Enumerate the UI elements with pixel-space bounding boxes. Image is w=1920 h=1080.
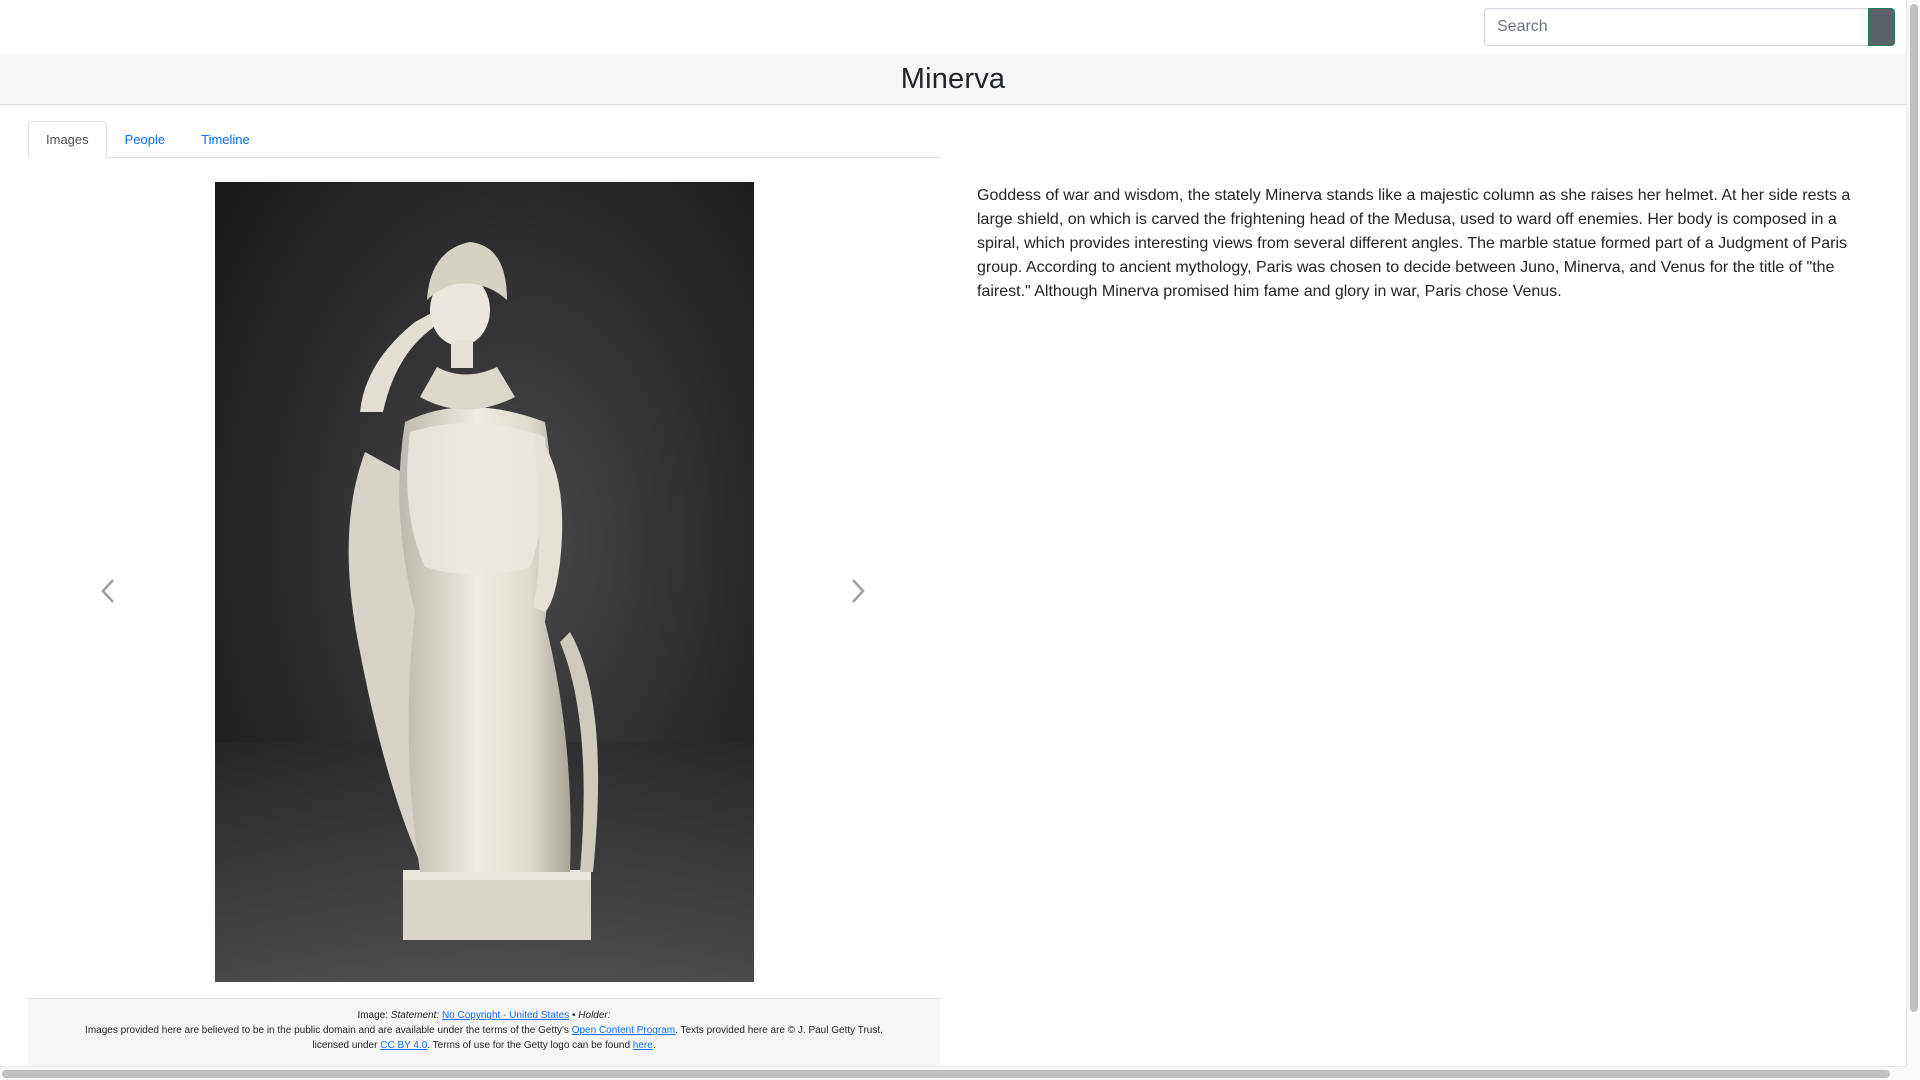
separator: • — [572, 1010, 576, 1021]
artwork-description: Goddess of war and wisdom, the stately M… — [977, 187, 1851, 300]
horizontal-scrollbar-thumb[interactable] — [2, 1070, 1890, 1078]
vertical-scrollbar-thumb[interactable] — [1910, 4, 1918, 1012]
tab-people[interactable]: People — [107, 121, 183, 158]
tab-images[interactable]: Images — [28, 121, 107, 158]
page-title: Minerva — [900, 62, 1006, 95]
search-input[interactable] — [1484, 8, 1868, 46]
tab-bar: Images People Timeline — [28, 121, 940, 158]
statue-illustration — [215, 182, 754, 982]
holder-label: Holder: — [578, 1010, 611, 1021]
public-domain-text: Images provided here are believed to be … — [85, 1025, 569, 1036]
chevron-right-icon — [852, 579, 865, 603]
logo-terms-link[interactable]: here — [633, 1040, 653, 1051]
carousel-next-button[interactable] — [838, 566, 878, 616]
open-content-program-link[interactable]: Open Content Program — [572, 1025, 675, 1036]
top-navbar — [0, 0, 1906, 54]
image-label: Image: — [357, 1010, 389, 1021]
license-prefix: licensed under — [312, 1040, 378, 1051]
image-rights-footer: Image: Statement: No Copyright - United … — [28, 998, 940, 1066]
rights-line-2: Images provided here are believed to be … — [28, 1023, 940, 1038]
statement-label: Statement: — [390, 1010, 440, 1021]
rights-line-1: Image: Statement: No Copyright - United … — [28, 1008, 940, 1023]
carousel-prev-button[interactable] — [88, 566, 128, 616]
tab-timeline[interactable]: Timeline — [183, 121, 268, 158]
search-form — [1484, 8, 1895, 46]
rights-line-3: licensed under CC BY 4.0. Terms of use f… — [28, 1038, 940, 1053]
cc-by-license-link[interactable]: CC BY 4.0 — [380, 1040, 427, 1051]
image-carousel — [28, 158, 940, 998]
period: . — [652, 1040, 656, 1051]
title-bar: Minerva — [0, 54, 1906, 105]
copyright-text: . Texts provided here are © J. Paul Gett… — [675, 1025, 883, 1036]
statue-image — [215, 182, 754, 982]
logo-terms-text: . Terms of use for the Getty logo can be… — [427, 1040, 631, 1051]
horizontal-scrollbar[interactable] — [0, 1066, 1906, 1080]
scrollbar-corner — [1906, 1066, 1920, 1080]
search-button[interactable] — [1868, 8, 1895, 46]
chevron-left-icon — [101, 579, 114, 603]
rights-statement-link[interactable]: No Copyright - United States — [442, 1010, 569, 1021]
vertical-scrollbar[interactable] — [1906, 0, 1920, 1068]
